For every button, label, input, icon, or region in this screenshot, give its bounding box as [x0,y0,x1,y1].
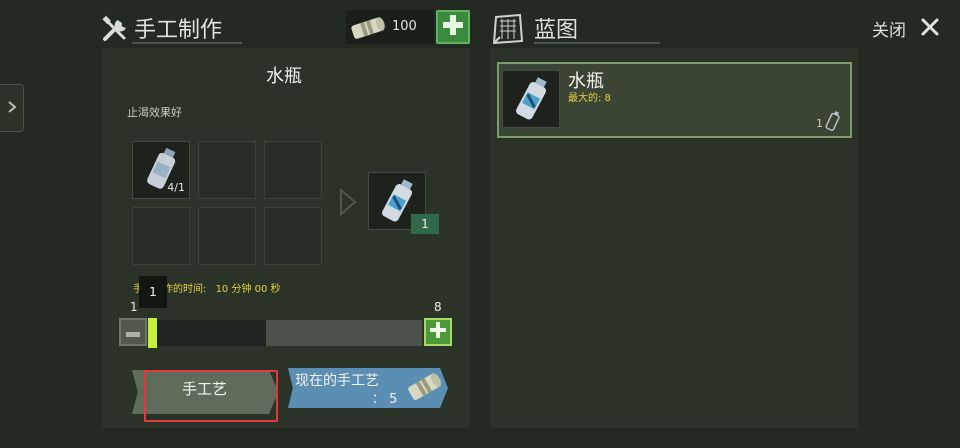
ingredient-slot[interactable] [132,207,190,265]
ingredient-slot[interactable] [264,207,322,265]
craft-button-highlight [144,370,278,422]
blueprint-max-label: 最大的: 8 [568,93,611,104]
craft-time-value: 10 分钟 00 秒 [215,284,281,295]
blueprint-title-underline [534,42,660,44]
close-icon [920,17,940,41]
increase-button[interactable] [424,318,452,346]
chevron-right-icon [7,99,17,118]
ingredient-slot[interactable] [198,207,256,265]
current-crafts-count: ： 5 [372,392,398,407]
slider-min-label: 1 [130,300,138,314]
quantity-slider-fill [156,320,266,346]
water-bottle-icon [824,110,842,136]
item-description: 止渴效果好 [127,106,182,119]
blueprint-count: 1 [816,117,823,130]
decrease-button[interactable] [119,318,147,346]
water-bottle-icon [512,75,552,127]
slider-max-label: 8 [434,300,442,314]
close-button[interactable]: 关闭 [872,14,946,41]
tools-icon [100,14,130,44]
output-count-badge: 1 [411,214,439,234]
craft-title: 手工制作 [134,18,223,43]
currency-amount: 100 [392,19,417,34]
minus-icon [126,323,140,342]
ingredient-slot[interactable] [198,141,256,199]
craft-header: 手工制作 [100,10,340,46]
current-crafts-label: 现在的手工艺 [295,373,379,389]
blueprint-title: 蓝图 [534,18,579,43]
money-roll-icon [348,14,388,42]
plus-icon [442,14,464,40]
blueprint-icon [490,13,526,45]
money-roll-icon [404,370,446,404]
slider-tooltip-value: 1 [149,285,157,299]
ingredient-slot[interactable]: 4/1 [132,141,190,199]
blueprint-thumbnail [502,70,560,128]
item-name: 水瓶 [266,66,302,87]
blueprint-header: 蓝图 [490,10,690,46]
craft-title-underline [132,42,242,44]
plus-icon [430,322,446,342]
slider-tooltip: 1 [139,276,167,308]
ingredient-count: 4/1 [167,181,185,194]
close-label: 关闭 [872,21,906,41]
side-expand-tab[interactable] [0,84,24,132]
quantity-slider-handle[interactable] [148,318,157,348]
ingredient-slot[interactable] [264,141,322,199]
add-currency-button[interactable] [436,10,470,44]
result-arrow-icon [338,187,358,220]
